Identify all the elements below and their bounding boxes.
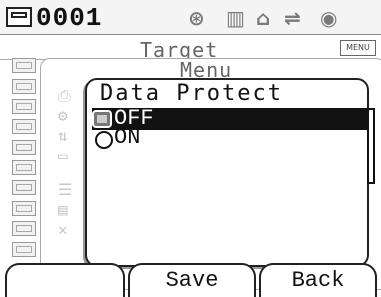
list-item-icon [12,201,36,216]
device-icon [6,7,32,27]
back-button[interactable]: Back [259,263,377,297]
menu-tag: MENU [340,40,376,56]
target-icon: ◉ [320,6,338,30]
list-item-icon [12,242,36,257]
list-item-icon [12,79,36,94]
radio-selected-icon[interactable] [92,110,112,128]
radio-unselected-icon[interactable] [95,131,113,149]
list-item-icon [12,119,36,134]
list-item-icon [12,99,36,114]
folder-icon: ▭ [58,146,68,165]
list-item-icon [12,160,36,175]
network-icon: ⇌ [284,6,301,30]
hdd-icon: ▥ [226,6,245,30]
left-softkey[interactable] [5,263,125,297]
list-item-icon [12,221,36,236]
save-button[interactable]: Save [128,263,256,297]
list-item-icon [12,58,36,73]
list-item-icon [12,140,36,155]
option-on-label: ON [114,125,141,150]
printer-icon: ⎙ [58,86,71,105]
measure-icon: ⌂ [256,6,271,30]
list-icon: ☰ [58,180,73,199]
calibration-icon: ⊛ [188,6,205,30]
dialog-title: Data Protect [100,81,283,106]
gear-icon: ⚙ [58,106,68,125]
data-id: 0001 [36,3,103,33]
swap-icon: ⇅ [58,126,68,145]
scrollbar[interactable] [367,108,375,184]
tools-icon: ✕ [58,220,68,239]
device-icon: ▤ [58,200,68,219]
list-item-icon [12,180,36,195]
